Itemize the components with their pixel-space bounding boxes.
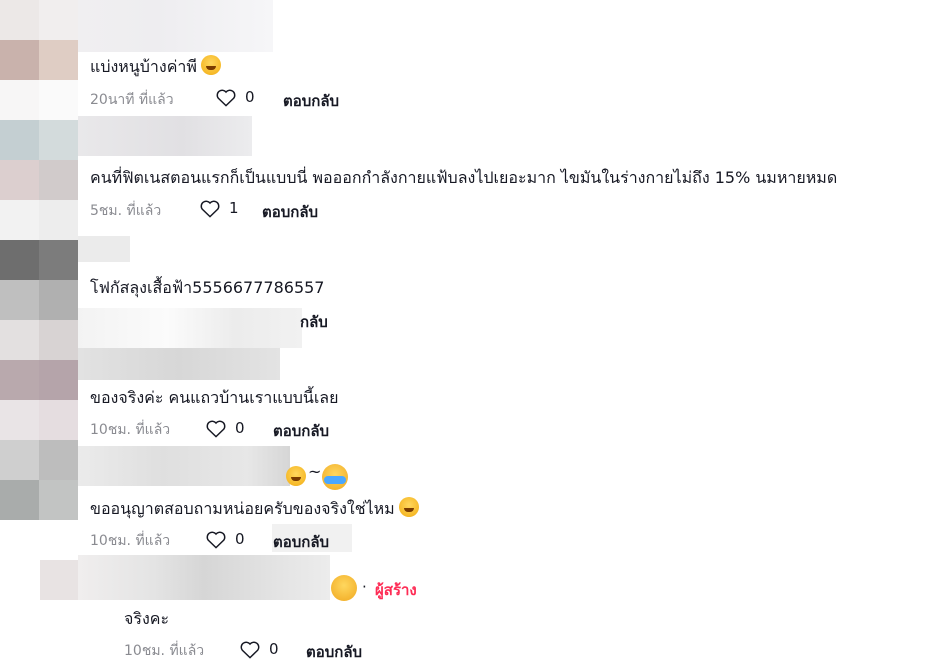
- comment-text: ของจริงค่ะ คนแถวบ้านเราแบบนี้เลย: [90, 388, 339, 407]
- heart-icon: [216, 89, 236, 107]
- censored-username-6: [78, 446, 290, 486]
- like-button[interactable]: 0: [205, 418, 245, 438]
- censored-username-3: [78, 236, 130, 262]
- censored-username-1: [78, 0, 273, 52]
- like-button[interactable]: 0: [239, 639, 279, 659]
- reply-button[interactable]: ตอบกลับ: [306, 640, 362, 664]
- comment-text: โฟกัสลุงเสื้อฟ้า5556677786557: [90, 278, 325, 297]
- like-count: 0: [235, 419, 245, 437]
- heart-icon: [206, 531, 226, 549]
- reply-button[interactable]: ตอบกลับ: [262, 200, 318, 224]
- like-button[interactable]: 1: [199, 198, 239, 218]
- like-count: 1: [229, 199, 239, 217]
- heart-icon: [206, 420, 226, 438]
- heart-icon: [200, 200, 220, 218]
- tears-icon: [324, 476, 346, 484]
- separator-dot: ·: [362, 578, 367, 596]
- comment-timestamp: 20นาที ที่แล้ว: [90, 92, 174, 108]
- creator-badge: ผู้สร้าง: [375, 581, 417, 599]
- comment-text: คนที่ฟิตเนสตอนแรกก็เป็นแบบนี่ พอออกกำลัง…: [90, 168, 838, 187]
- grinning-sweat-emoji: [286, 466, 306, 486]
- sweat-smile-emoji: [398, 497, 419, 517]
- reply-button[interactable]: ตอบกลับ: [283, 89, 339, 113]
- heart-eyes-emoji: [331, 575, 357, 601]
- like-button[interactable]: 0: [205, 529, 245, 549]
- censored-username-4: [78, 308, 302, 348]
- reply-button[interactable]: ตอบกลับ: [273, 419, 329, 443]
- reply-text: จริงคะ: [124, 609, 170, 628]
- like-count: 0: [235, 530, 245, 548]
- grinning-sweat-emoji: [200, 55, 221, 75]
- reply-button-partial[interactable]: กลับ: [300, 310, 328, 334]
- comment-timestamp: 10ชม. ที่แล้ว: [90, 422, 171, 438]
- reply-timestamp: 10ชม. ที่แล้ว: [124, 643, 205, 659]
- comment-timestamp: 10ชม. ที่แล้ว: [90, 533, 171, 549]
- like-count: 0: [245, 88, 255, 106]
- reply-button[interactable]: ตอบกลับ: [273, 530, 329, 554]
- like-button[interactable]: 0: [215, 87, 255, 107]
- comment-timestamp: 5ชม. ที่แล้ว: [90, 203, 162, 219]
- heart-icon: [240, 641, 260, 659]
- like-count: 0: [269, 640, 279, 658]
- username-suffix: ~: [308, 462, 322, 481]
- censored-username-2: [78, 116, 252, 156]
- comment-text: แบ่งหนูบ้างค่าพี: [90, 55, 221, 80]
- censored-avatar-reply: [40, 560, 78, 600]
- censored-username-5: [78, 348, 280, 380]
- censored-username-7: [78, 555, 330, 600]
- comment-text: ขออนุญาตสอบถามหน่อยครับของจริงใช่ไหม: [90, 497, 419, 522]
